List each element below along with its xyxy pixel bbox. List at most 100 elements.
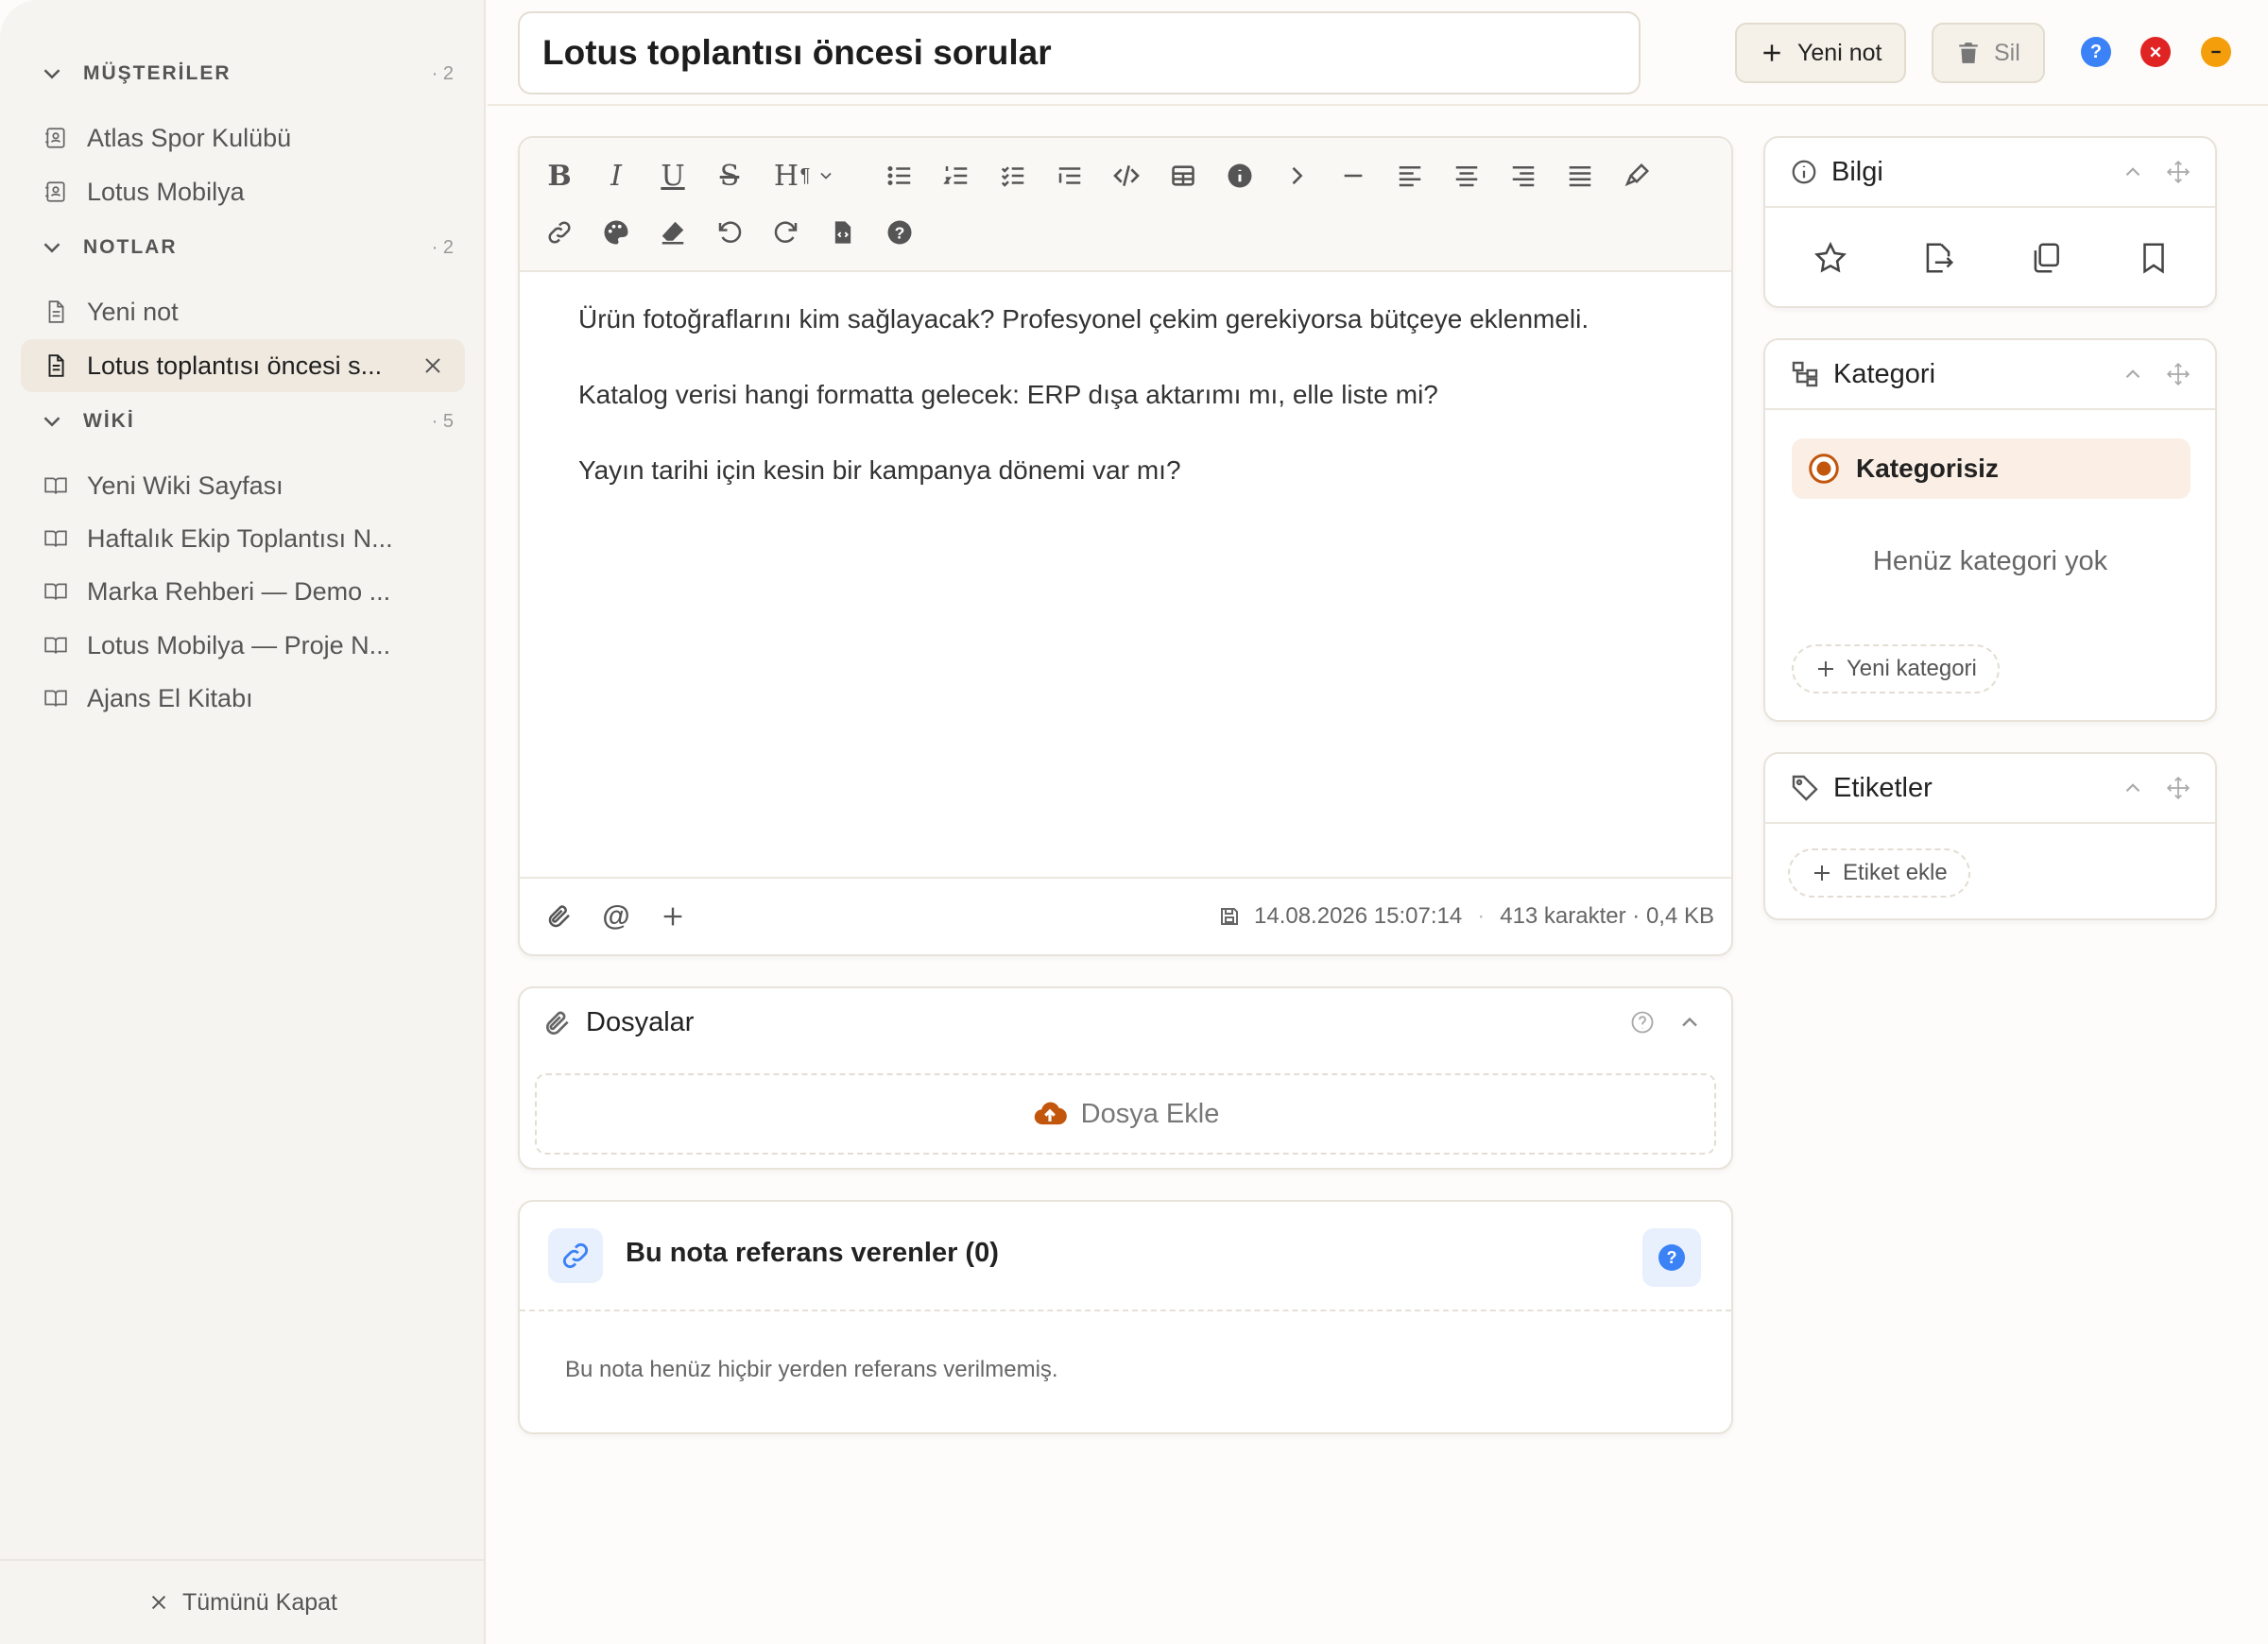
- new-category-button[interactable]: Yeni kategori: [1792, 644, 2000, 694]
- help-icon[interactable]: ?: [2081, 37, 2111, 67]
- category-option-uncategorized[interactable]: Kategorisiz: [1792, 438, 2191, 499]
- info-header[interactable]: Bilgi: [1765, 138, 2215, 208]
- help-icon[interactable]: ?: [1642, 1228, 1701, 1287]
- redo-icon[interactable]: [769, 215, 803, 249]
- close-icon[interactable]: [421, 354, 444, 377]
- sidebar-item-wiki-1[interactable]: Yeni Wiki Sayfası: [21, 459, 465, 512]
- section-wiki[interactable]: WİKİ · 5: [38, 393, 454, 450]
- tags-title: Etiketler: [1833, 772, 1933, 803]
- paragraph: Katalog verisi hangi formatta gelecek: E…: [578, 380, 1438, 409]
- copy-icon[interactable]: [2028, 240, 2064, 276]
- minimize-window-icon[interactable]: [2201, 37, 2231, 67]
- info-icon[interactable]: [1223, 159, 1257, 193]
- add-file-button[interactable]: Dosya Ekle: [535, 1073, 1716, 1155]
- task-list-icon[interactable]: [996, 159, 1030, 193]
- link-icon[interactable]: [542, 215, 576, 249]
- bookmark-icon[interactable]: [2136, 240, 2172, 276]
- info-panel: Bilgi: [1763, 136, 2217, 308]
- align-right-icon[interactable]: [1506, 159, 1540, 193]
- contact-card-icon: [45, 128, 65, 148]
- category-header[interactable]: Kategori: [1765, 340, 2215, 410]
- category-empty: Henüz kategori yok: [1872, 546, 2108, 576]
- sidebar-item-label: Lotus toplantısı öncesi s...: [87, 351, 383, 380]
- document-icon: [48, 354, 64, 377]
- move-icon[interactable]: [2166, 776, 2191, 800]
- new-note-button[interactable]: Yeni not: [1735, 23, 1907, 83]
- undo-icon[interactable]: [713, 215, 747, 249]
- help-circle-icon[interactable]: [1629, 1009, 1656, 1036]
- source-file-icon[interactable]: [826, 215, 860, 249]
- chevron-right-icon[interactable]: [1280, 159, 1314, 193]
- paragraph-icon[interactable]: ¶: [796, 159, 815, 193]
- paperclip-icon[interactable]: [542, 899, 576, 933]
- note-title-input[interactable]: Lotus toplantısı öncesi sorular: [518, 11, 1641, 94]
- chevron-up-icon[interactable]: [2121, 160, 2145, 184]
- chevron-up-icon[interactable]: [2121, 776, 2145, 800]
- table-icon[interactable]: [1166, 159, 1200, 193]
- paragraph: Yayın tarihi için kesin bir kampanya dön…: [578, 455, 1181, 485]
- sidebar-item-wiki-5[interactable]: Ajans El Kitabı: [21, 672, 465, 725]
- book-icon: [44, 690, 67, 707]
- mention-icon[interactable]: @: [599, 899, 633, 933]
- highlight-icon[interactable]: [1620, 159, 1654, 193]
- new-category-label: Yeni kategori: [1847, 656, 1977, 681]
- horizontal-rule-icon[interactable]: [1336, 159, 1370, 193]
- close-all-button[interactable]: Tümünü Kapat: [0, 1559, 486, 1644]
- tags-header[interactable]: Etiketler: [1765, 754, 2215, 824]
- indent-list-icon[interactable]: [1053, 159, 1087, 193]
- tags-panel: Etiketler Etiket ekle: [1763, 752, 2217, 920]
- eraser-icon[interactable]: [656, 215, 690, 249]
- export-icon[interactable]: [1920, 240, 1956, 276]
- saved-at: 14.08.2026 15:07:14: [1254, 903, 1463, 929]
- sidebar-item-atlas[interactable]: Atlas Spor Kulübü: [21, 111, 465, 164]
- sidebar-item-label: Yeni Wiki Sayfası: [87, 471, 284, 500]
- new-note-label: Yeni not: [1797, 39, 1882, 66]
- note-content[interactable]: Ürün fotoğraflarını kim sağlayacak? Prof…: [578, 300, 1693, 527]
- sidebar-item-wiki-3[interactable]: Marka Rehberi — Demo ...: [21, 565, 465, 618]
- align-left-icon[interactable]: [1393, 159, 1427, 193]
- italic-icon[interactable]: I: [599, 159, 633, 193]
- chevron-down-icon[interactable]: [815, 159, 837, 193]
- section-count: · 2: [431, 62, 454, 84]
- svg-text:?: ?: [895, 223, 905, 242]
- references-title: Bu nota referans verenler (0): [626, 1238, 999, 1268]
- add-file-label: Dosya Ekle: [1080, 1098, 1220, 1129]
- delete-button[interactable]: Sil: [1932, 23, 2045, 83]
- section-title: MÜŞTERİLER: [83, 62, 232, 84]
- save-icon: [1221, 908, 1238, 925]
- header: Lotus toplantısı öncesi sorular Yeni not…: [488, 0, 2268, 106]
- sidebar-item-active-note[interactable]: Lotus toplantısı öncesi s...: [21, 339, 465, 392]
- code-icon[interactable]: [1109, 159, 1143, 193]
- cloud-upload-icon: [1034, 1102, 1067, 1125]
- sidebar-item-wiki-4[interactable]: Lotus Mobilya — Proje N...: [21, 619, 465, 672]
- book-icon: [44, 477, 67, 494]
- sidebar-item-wiki-2[interactable]: Haftalık Ekip Toplantısı N...: [21, 512, 465, 565]
- strikethrough-icon[interactable]: S: [713, 159, 747, 193]
- section-notes[interactable]: NOTLAR · 2: [38, 219, 454, 276]
- add-tag-button[interactable]: Etiket ekle: [1788, 848, 1970, 898]
- star-icon[interactable]: [1813, 240, 1848, 276]
- chevron-up-icon[interactable]: [1676, 1009, 1703, 1036]
- paperclip-icon: [546, 1011, 569, 1035]
- bold-icon[interactable]: B: [542, 159, 576, 193]
- align-center-icon[interactable]: [1450, 159, 1484, 193]
- close-window-icon[interactable]: [2140, 37, 2171, 67]
- help-icon[interactable]: ?: [883, 215, 917, 249]
- sidebar-item-new-note[interactable]: Yeni not: [21, 285, 465, 338]
- section-customers[interactable]: MÜŞTERİLER · 2: [38, 45, 454, 102]
- plus-icon: [1763, 44, 1780, 61]
- move-icon[interactable]: [2166, 362, 2191, 386]
- bullet-list-icon[interactable]: [883, 159, 917, 193]
- plus-icon[interactable]: [656, 899, 690, 933]
- chevron-up-icon[interactable]: [2121, 362, 2145, 386]
- character-stats: 413 karakter · 0,4 KB: [1500, 903, 1714, 929]
- info-icon: [1792, 160, 1816, 184]
- section-title: NOTLAR: [83, 236, 178, 258]
- ordered-list-icon[interactable]: [939, 159, 973, 193]
- move-icon[interactable]: [2166, 160, 2191, 184]
- sidebar: MÜŞTERİLER · 2 Atlas Spor Kulübü Lotus M…: [0, 0, 486, 1644]
- palette-icon[interactable]: [599, 215, 633, 249]
- sidebar-item-lotus[interactable]: Lotus Mobilya: [21, 165, 465, 218]
- underline-icon[interactable]: U: [656, 159, 690, 193]
- align-justify-icon[interactable]: [1563, 159, 1597, 193]
